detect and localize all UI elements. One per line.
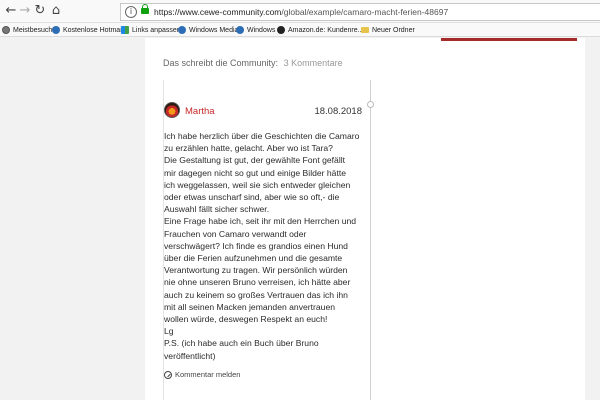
url-path: /global/example/camaro-macht-ferien-4869… <box>281 7 449 17</box>
bookmark-label: Windows Media <box>189 26 239 34</box>
community-header-label: Das schreibt die Community: <box>163 58 279 68</box>
gear-icon <box>2 26 10 34</box>
bookmark-amazon[interactable]: Amazon.de: Kundenre... <box>277 24 364 36</box>
bookmark-hotmail[interactable]: Kostenlose Hotmail <box>52 24 123 36</box>
url-host: https://www.cewe-community.com <box>154 7 282 17</box>
comment-line: mit all seinen Macken jemanden anvertrau… <box>164 301 336 312</box>
back-arrow-icon[interactable]: ← <box>4 4 18 18</box>
comment-line: ich weggelassen, weil sie sich entweder … <box>164 179 351 190</box>
globe-icon <box>52 26 60 34</box>
comment-line: zu erzählen hatte, gelacht. Aber wo ist … <box>164 143 333 154</box>
comment-line: Eine Frage habe ich, seit ihr mit den He… <box>164 216 357 227</box>
comment-date: 18.08.2018 <box>314 106 362 117</box>
site-info-icon[interactable]: i <box>125 6 137 18</box>
comment-line: veröffentlicht) <box>164 350 216 361</box>
comment-line: oder etwas unscharf sind, aber wie so of… <box>164 192 340 203</box>
accent-bar <box>441 38 577 41</box>
address-bar[interactable]: i https://www.cewe-community.com/global/… <box>120 3 600 21</box>
grid-icon <box>121 26 129 34</box>
comment-line: über die Ferien aufzunehmen und die gesa… <box>164 253 343 264</box>
bookmark-windows[interactable]: Windows <box>236 24 275 36</box>
amazon-icon <box>277 26 285 34</box>
comment-line: Ich habe herzlich über die Geschichten d… <box>164 131 360 141</box>
comment-line: wollen würde, deswegen Respekt an euch! <box>164 314 328 325</box>
community-header: Das schreibt die Community: 3 Kommentare <box>163 58 343 68</box>
timeline-knob <box>367 101 374 108</box>
bookmark-windows-media[interactable]: Windows Media <box>178 24 238 36</box>
comment-line: Frauchen von Camaro verwandt oder <box>164 228 307 239</box>
ban-icon <box>164 370 172 379</box>
comment-body: Ich habe herzlich über die Geschichten d… <box>164 130 368 362</box>
bookmark-label: Meistbesucht <box>13 26 55 34</box>
browser-toolbar: ← → ↻ ⌂ i https://www.cewe-community.com… <box>0 0 600 23</box>
globe-icon <box>178 26 186 34</box>
url-text[interactable]: https://www.cewe-community.com/global/ex… <box>154 7 448 17</box>
bookmark-meistbesucht[interactable]: Meistbesucht <box>2 24 54 36</box>
forward-arrow-icon[interactable]: → <box>18 4 32 18</box>
comment-author[interactable]: Martha <box>185 106 215 117</box>
bookmark-label: Windows <box>247 26 276 34</box>
comment-line: verschwägert? Ich finde es grandios eine… <box>164 240 348 251</box>
comment-line: Lg <box>164 326 174 337</box>
comment-line: Auswahl fällt sicher schwer. <box>164 204 270 215</box>
bookmark-label: Neuer Ordner <box>372 26 415 34</box>
folder-icon <box>361 27 369 33</box>
bookmarks-bar: Meistbesucht Kostenlose Hotmail Links an… <box>0 23 600 37</box>
comment-card: Martha 18.08.2018 Ich habe herzlich über… <box>163 80 374 400</box>
bookmark-label: Kostenlose Hotmail <box>63 26 124 34</box>
main-content: Das schreibt die Community: 3 Kommentare… <box>145 38 585 400</box>
bookmark-links-anpassen[interactable]: Links anpassen <box>121 24 181 36</box>
comment-line: Die Gestaltung ist gut, der gewählte Fon… <box>164 155 346 166</box>
bookmark-neuer-ordner[interactable]: Neuer Ordner <box>361 24 415 36</box>
avatar[interactable] <box>164 102 180 118</box>
comment-line: Verantwortung zu tragen. Wir persönlich … <box>164 265 348 276</box>
comment-count: 3 Kommentare <box>283 58 343 68</box>
comment-line: P.S. (ich habe auch ein Buch über Bruno <box>164 338 319 349</box>
comment-line: auch zu keinem so großes Vertrauen das i… <box>164 289 348 300</box>
reload-icon[interactable]: ↻ <box>33 4 47 18</box>
bookmark-label: Amazon.de: Kundenre... <box>288 26 364 34</box>
comment-line: nie ohne unseren Bruno verreisen, ich hä… <box>164 277 351 288</box>
page-viewport: Das schreibt die Community: 3 Kommentare… <box>0 38 600 400</box>
report-comment-label: Kommentar melden <box>175 370 241 379</box>
bookmark-label: Links anpassen <box>132 26 181 34</box>
globe-icon <box>236 26 244 34</box>
home-icon[interactable]: ⌂ <box>49 4 63 18</box>
report-comment-link[interactable]: Kommentar melden <box>164 370 240 379</box>
lock-icon <box>141 4 149 14</box>
comment-line: mir dagegen nicht so gut und einige Bild… <box>164 167 347 178</box>
